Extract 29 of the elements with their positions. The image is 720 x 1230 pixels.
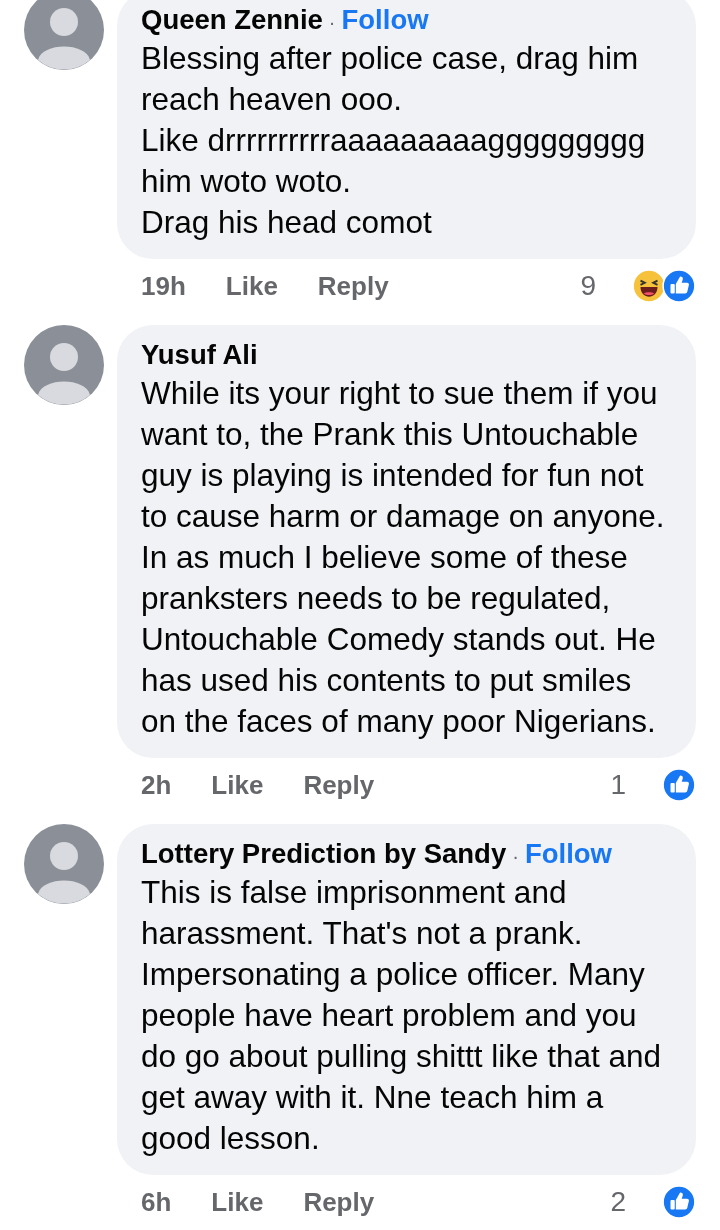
avatar[interactable] <box>24 0 104 70</box>
like-link[interactable]: Like <box>225 270 278 302</box>
avatar[interactable] <box>24 824 104 904</box>
reply-link[interactable]: Reply <box>303 769 375 801</box>
thumbs-up-icon <box>662 1185 696 1219</box>
reaction-count: 1 <box>610 769 626 801</box>
separator-dot: · <box>328 11 336 34</box>
thumbs-up-icon <box>662 768 696 802</box>
timestamp: 6h <box>141 1186 172 1218</box>
reply-link[interactable]: Reply <box>317 270 389 302</box>
like-link[interactable]: Like <box>211 1186 264 1218</box>
author-name[interactable]: Yusuf Ali <box>141 339 258 371</box>
laughing-emoji-icon <box>632 269 666 303</box>
author-name[interactable]: Queen Zennie <box>141 4 323 36</box>
like-link[interactable]: Like <box>211 769 264 801</box>
timestamp: 2h <box>141 769 172 801</box>
author-name[interactable]: Lottery Prediction by Sandy <box>141 838 507 870</box>
comment-text: While its your right to sue them if you want to, the Prank this Untouchable guy is playing is intended for fun not to cause harm or damage on anyone. In as much I believe some of these pranksters needs to be regulated, Untouchable Comedy stands out. He has used his contents to put smiles on the faces of many poor Nigerians. <box>141 374 666 741</box>
reply-link[interactable]: Reply <box>303 1186 375 1218</box>
separator-dot: · <box>512 845 519 868</box>
thumbs-up-icon <box>662 269 696 303</box>
avatar[interactable] <box>24 325 104 405</box>
reaction-count: 9 <box>580 270 596 302</box>
comment-text: This is false imprisonment and harassment. That's not a prank. Impersonating a police officer. Many people have heart problem and you do go about pulling shittt like that and get away with it. Nne teach him a good lesson. <box>141 873 663 1158</box>
reaction-count: 2 <box>610 1186 626 1218</box>
comment-text: Blessing after police case, drag him reach heaven ooo. Like drrrrrrrrrraaaaaaaaaggggggggg him woto woto. Drag his head comot <box>141 39 647 242</box>
follow-link[interactable]: Follow <box>341 4 429 36</box>
follow-link[interactable]: Follow <box>524 838 612 870</box>
timestamp: 19h <box>141 270 186 302</box>
